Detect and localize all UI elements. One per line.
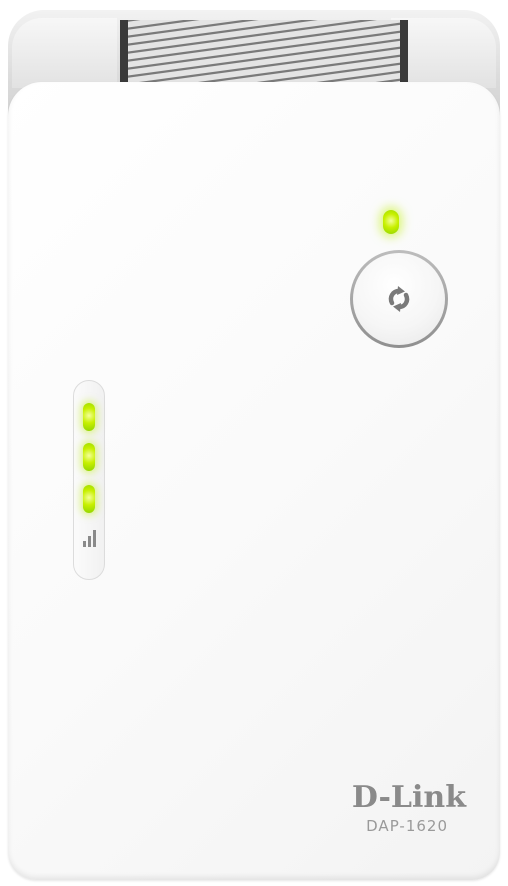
brand-logo: D-Link xyxy=(351,780,466,815)
ventilation-grille xyxy=(120,20,408,86)
vent-slats xyxy=(128,20,400,86)
signal-indicator-panel xyxy=(73,380,105,580)
signal-led-2 xyxy=(83,443,95,471)
wps-button[interactable] xyxy=(350,250,448,348)
model-number: DAP-1620 xyxy=(366,817,448,835)
signal-led-3 xyxy=(83,485,95,513)
wps-sync-icon xyxy=(388,286,410,312)
signal-led-1 xyxy=(83,403,95,431)
cap-left-edge xyxy=(12,18,117,88)
signal-strength-icon xyxy=(83,530,96,547)
wps-button-face[interactable] xyxy=(353,253,445,345)
status-led xyxy=(383,210,399,234)
